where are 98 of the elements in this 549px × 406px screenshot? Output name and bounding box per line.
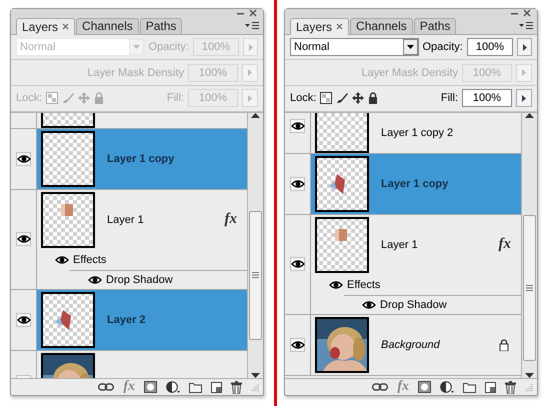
eye-icon[interactable]: [290, 120, 304, 131]
menu-icon[interactable]: [519, 20, 533, 30]
layer-row[interactable]: Layer 1 copy: [37, 128, 247, 189]
layer-row[interactable]: Background: [311, 314, 521, 375]
scroll-up-icon[interactable]: [525, 112, 534, 119]
effect-name: Drop Shadow: [106, 274, 173, 286]
layer-name: Background: [381, 338, 440, 351]
eye-icon[interactable]: [16, 314, 30, 325]
close-icon[interactable]: [336, 23, 344, 30]
effect-name: Effects: [73, 254, 106, 266]
layer-style-label: fx: [498, 236, 511, 254]
layer-name: Layer 1: [381, 238, 418, 251]
move-icon[interactable]: [352, 92, 364, 104]
new-layer-icon[interactable]: [485, 382, 496, 393]
panel-tab[interactable]: Channels: [76, 18, 139, 34]
layer-name: Layer 1 copy: [381, 178, 448, 190]
eye-icon[interactable]: [290, 340, 304, 350]
checkerboard-icon[interactable]: [320, 92, 332, 104]
grip-icon: [526, 284, 533, 291]
mask-density-label: Layer Mask Density: [361, 66, 458, 79]
new-layer-icon[interactable]: [211, 382, 222, 393]
folder-icon[interactable]: [463, 382, 476, 393]
arrow-icon: [248, 69, 252, 76]
layer-name: Layer 2: [107, 314, 146, 326]
eye-icon[interactable]: [290, 259, 304, 270]
effect-name: Effects: [347, 278, 380, 291]
thumbnail: [41, 130, 95, 187]
slider-button[interactable]: [517, 38, 532, 56]
lock-label: Lock:: [290, 92, 316, 104]
thumbnail: [41, 292, 95, 348]
eye-icon[interactable]: [88, 274, 102, 285]
trash-icon[interactable]: [231, 380, 242, 394]
layer-name: Layer 1 copy 2: [381, 126, 454, 139]
thumbnail: [315, 156, 369, 212]
arrow-icon: [522, 44, 527, 51]
layer-style-label: fx: [224, 211, 237, 228]
panel-tab[interactable]: Layers: [290, 18, 350, 35]
eye-icon[interactable]: [290, 178, 304, 189]
adjustment-icon[interactable]: [166, 381, 180, 394]
arrow-icon: [248, 94, 252, 102]
eye-icon[interactable]: [16, 234, 30, 244]
fill-label: Fill:: [440, 92, 458, 104]
eye-icon[interactable]: [329, 280, 343, 290]
eye-icon[interactable]: [55, 254, 69, 265]
lock-label: Lock:: [16, 92, 42, 104]
resize-grip-icon[interactable]: [525, 383, 533, 392]
layer-row[interactable]: Layer 1 copy 2: [311, 112, 521, 153]
close-icon[interactable]: [523, 9, 531, 17]
mask-icon[interactable]: [418, 381, 431, 394]
close-icon[interactable]: [62, 23, 70, 30]
slider-button[interactable]: [516, 89, 532, 108]
folder-icon[interactable]: [189, 382, 202, 393]
brush-icon[interactable]: [336, 92, 348, 104]
thumbnail: [315, 216, 369, 273]
panel-tab[interactable]: Channels: [350, 18, 413, 34]
trash-icon[interactable]: [505, 380, 516, 394]
eye-icon[interactable]: [16, 154, 30, 164]
close-icon[interactable]: [249, 9, 257, 17]
effect-name: Drop Shadow: [380, 298, 447, 311]
padlock-icon[interactable]: [368, 92, 378, 104]
value-field[interactable]: 100%: [462, 89, 512, 108]
blend-mode-dropdown[interactable]: Normal: [290, 38, 418, 56]
link-icon[interactable]: [98, 383, 114, 392]
panel-tab[interactable]: Paths: [140, 18, 182, 34]
scroll-up-icon[interactable]: [251, 112, 260, 119]
arrow-icon: [248, 44, 253, 51]
scrollbar[interactable]: [248, 112, 263, 378]
mask-density-label: Layer Mask Density: [87, 66, 184, 79]
checkerboard-icon[interactable]: [46, 92, 58, 104]
opacity-label: Opacity:: [148, 41, 189, 54]
resize-grip-icon[interactable]: [251, 383, 259, 392]
effect-row[interactable]: Drop Shadow: [70, 270, 247, 289]
eye-icon[interactable]: [362, 300, 376, 310]
layer-row[interactable]: Layer 1 fx: [37, 190, 247, 250]
fill-label: Fill:: [166, 92, 184, 104]
thumbnail: [41, 192, 95, 248]
effect-row[interactable]: Drop Shadow: [344, 294, 521, 314]
opacity-label: Opacity:: [422, 41, 463, 54]
layer-row[interactable]: Layer 1 fx: [311, 214, 521, 275]
scroll-down-icon[interactable]: [525, 372, 534, 378]
adjustment-icon[interactable]: [440, 381, 454, 394]
effect-row[interactable]: Effects: [37, 250, 247, 270]
effect-row[interactable]: Effects: [311, 274, 521, 295]
grip-icon: [252, 272, 259, 278]
value-field[interactable]: 100%: [466, 38, 514, 56]
scrollbar[interactable]: [522, 112, 537, 378]
layer-name: Layer 1 copy: [107, 152, 174, 165]
panel-tab[interactable]: Paths: [414, 18, 456, 34]
arrow-icon: [522, 94, 526, 102]
layer-name: Layer 1: [107, 214, 144, 226]
layer-row[interactable]: Layer 2: [37, 290, 247, 350]
arrow-icon: [522, 69, 526, 76]
mask-icon[interactable]: [144, 381, 157, 394]
link-icon[interactable]: [372, 383, 388, 392]
layer-row[interactable]: Layer 1 copy: [311, 154, 521, 214]
scroll-down-icon[interactable]: [251, 372, 260, 378]
menu-icon[interactable]: [245, 20, 259, 30]
panel-tab[interactable]: Layers: [16, 18, 76, 35]
